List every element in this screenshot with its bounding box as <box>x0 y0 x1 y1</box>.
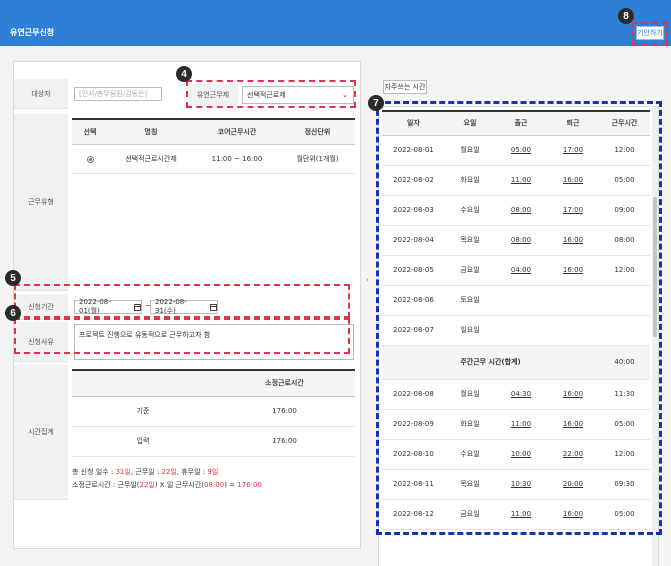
work-type-radio-cell[interactable] <box>72 144 108 174</box>
summary-text: 총 신청 일수 : <box>72 468 116 476</box>
target-input[interactable]: [인사/총무팀원/김동은] <box>74 87 162 101</box>
marker-badge: 6 <box>5 305 21 321</box>
work-type-label: 근무유형 <box>14 114 68 291</box>
row-label: 기준 <box>72 396 214 427</box>
chevron-right-icon[interactable]: › <box>366 276 369 284</box>
row-value: 176:00 <box>214 396 355 427</box>
highlight-submit <box>632 22 668 46</box>
highlight-period <box>14 284 350 318</box>
summary-line-2: 소정근로시간 : 근무일(22일) X 일 근무시간(08:00) = 176:… <box>72 480 262 490</box>
highlight-reason <box>14 318 350 354</box>
time-summary-table: 소정근로시간 기준 176:00 입력 176:00 <box>72 369 355 457</box>
column-header-blank <box>72 369 214 397</box>
time-summary-label: 시간집계 <box>14 365 68 500</box>
table-row: 기준 176:00 <box>72 396 355 427</box>
table-row: 입력 176:00 <box>72 426 355 457</box>
app-header: 유연근무신청 기안하기 <box>0 0 671 46</box>
marker-badge: 4 <box>176 66 192 82</box>
row-value: 176:00 <box>214 426 355 457</box>
total-days: 31일 <box>115 468 131 476</box>
table-row[interactable]: 선택적근로시간제 11:00 ~ 16:00 월단위(1개월) <box>72 144 355 174</box>
off-days: 9일 <box>207 468 219 476</box>
marker-badge: 8 <box>618 8 634 24</box>
daily-hours: 08:00 <box>204 481 225 489</box>
marker-badge: 5 <box>5 270 21 286</box>
column-header: 명칭 <box>108 118 194 145</box>
work-type-radio[interactable] <box>86 155 94 163</box>
frequent-time-button[interactable]: 자주쓰는 시간 <box>383 80 427 94</box>
summary-text: , 근무일 : <box>130 468 162 476</box>
work-days: 22일 <box>161 468 177 476</box>
work-type-name: 선택적근로시간제 <box>108 144 194 174</box>
target-label: 대상자 <box>14 79 68 109</box>
total-hours: 176:00 <box>237 481 262 489</box>
settlement-unit: 월단위(1개월) <box>280 144 355 174</box>
column-header: 코어근무시간 <box>194 118 280 145</box>
page-title: 유연근무신청 <box>10 28 55 37</box>
work-type-table: 선택 명칭 코어근무시간 정산단위 선택적근로시간제 11:00 ~ 16:00… <box>72 118 355 174</box>
column-header: 정산단위 <box>280 118 355 145</box>
summary-line-1: 총 신청 일수 : 31일, 근무일 : 22일, 휴무일 : 9일 <box>72 467 218 477</box>
summary-text: 소정근로시간 : 근무일( <box>72 481 140 489</box>
summary-text: ) X 일 근무시간( <box>154 481 204 489</box>
highlight-flex-type <box>186 80 356 108</box>
highlight-schedule <box>376 101 662 535</box>
column-header: 소정근로시간 <box>214 369 355 397</box>
core-hours: 11:00 ~ 16:00 <box>194 144 280 174</box>
summary-text: ) = <box>224 481 238 489</box>
marker-badge: 7 <box>368 95 384 111</box>
column-header: 선택 <box>72 118 108 145</box>
summary-text: , 휴무일 : <box>176 468 208 476</box>
work-days: 22일 <box>139 481 155 489</box>
row-label: 입력 <box>72 426 214 457</box>
target-placeholder: [인사/총무팀원/김동은] <box>79 90 148 98</box>
